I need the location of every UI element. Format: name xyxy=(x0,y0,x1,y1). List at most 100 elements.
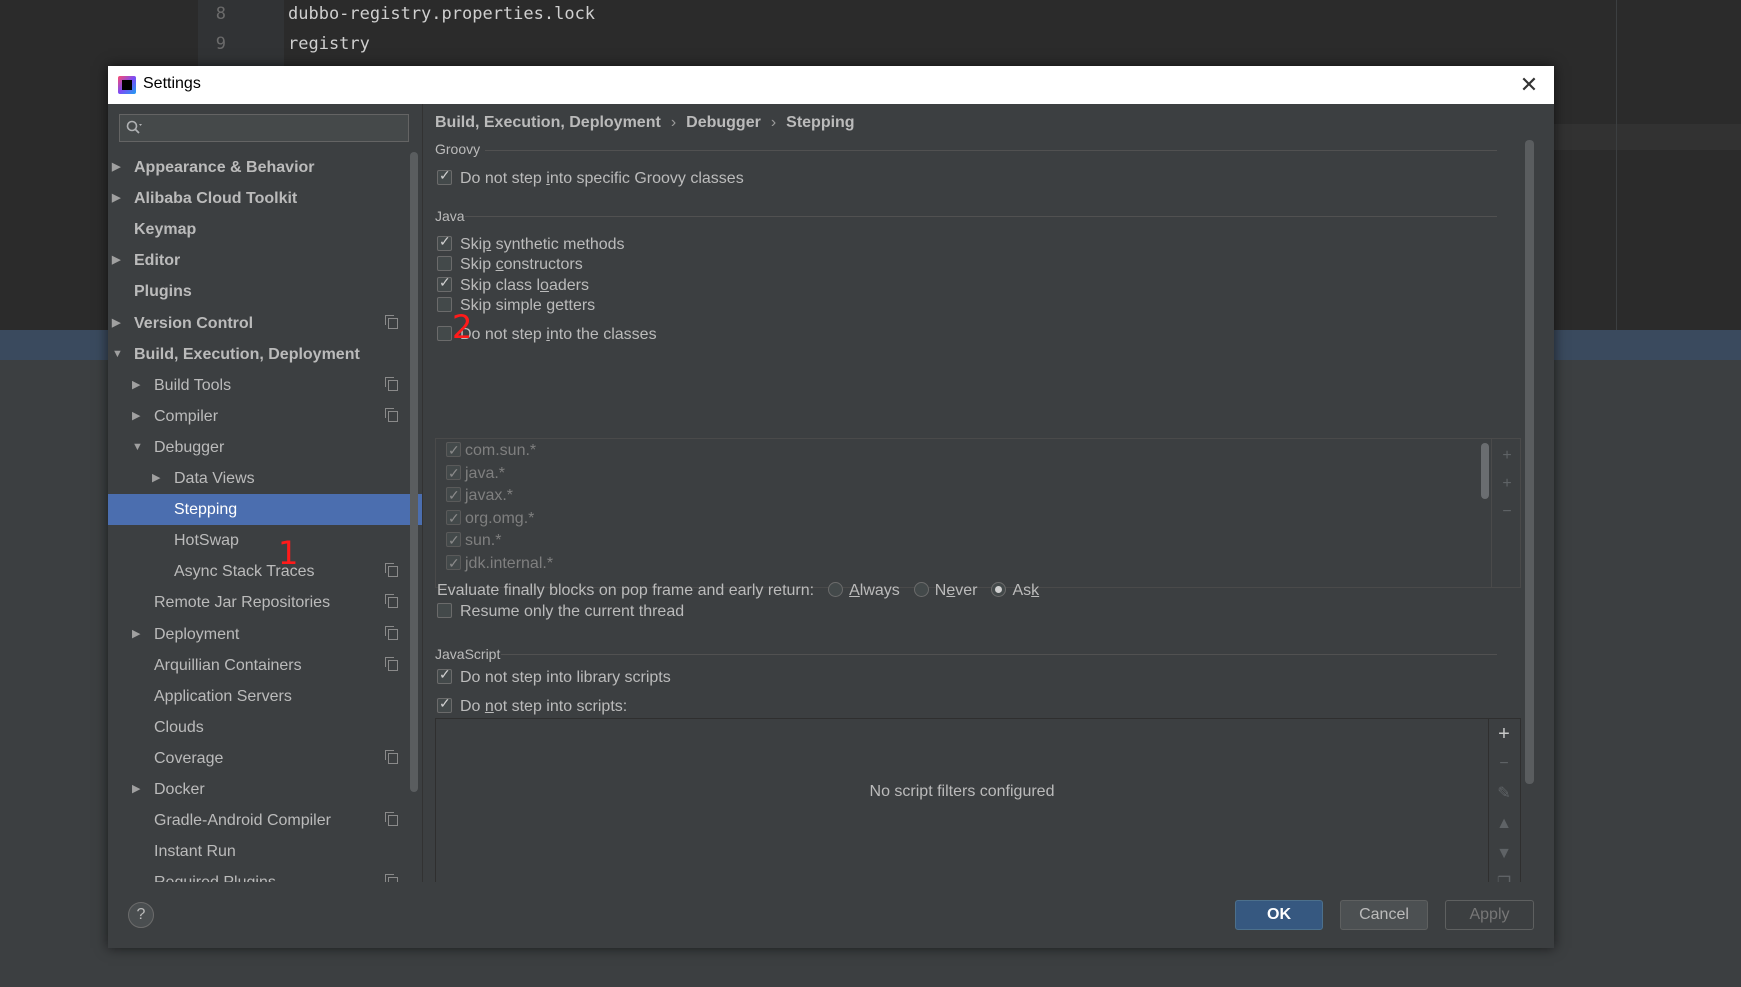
class-filter-item[interactable]: java.* xyxy=(446,462,505,485)
chevron-right-icon[interactable]: ▶ xyxy=(132,370,140,401)
sidebar-item[interactable]: Clouds xyxy=(108,712,422,743)
class-list-scrollbar[interactable] xyxy=(1481,443,1489,499)
evaluate-finally-label: Evaluate finally blocks on pop frame and… xyxy=(437,582,815,599)
sidebar-item[interactable]: Required Plugins xyxy=(108,867,422,882)
editor-line-text: dubbo-registry.properties.lock xyxy=(288,4,596,24)
sidebar-item[interactable]: Keymap xyxy=(108,214,422,245)
sidebar-item[interactable]: ▶ Compiler xyxy=(108,401,422,432)
sidebar-item[interactable]: Async Stack Traces xyxy=(108,556,422,587)
remove-icon[interactable]: − xyxy=(1498,503,1516,521)
settings-search-input[interactable] xyxy=(119,114,409,142)
sidebar-item[interactable]: ▶ Data Views xyxy=(108,463,422,494)
chevron-right-icon[interactable]: ▶ xyxy=(112,245,120,276)
chevron-right-icon[interactable]: ▶ xyxy=(152,463,160,494)
class-filter-item[interactable]: org.omg.* xyxy=(446,507,534,530)
edit-icon[interactable]: ✎ xyxy=(1495,785,1513,803)
add-class-icon[interactable]: + xyxy=(1498,447,1516,465)
sidebar-item[interactable]: HotSwap xyxy=(108,525,422,556)
checkbox-box[interactable] xyxy=(437,297,452,312)
chevron-down-icon[interactable]: ▼ xyxy=(132,432,143,463)
checkbox-box[interactable] xyxy=(437,666,452,684)
sidebar-item[interactable]: Arquillian Containers xyxy=(108,650,422,681)
java-option-checkbox[interactable]: Skip constructors xyxy=(437,256,583,276)
java-option-checkbox[interactable]: Skip synthetic methods xyxy=(437,233,625,256)
chevron-right-icon[interactable]: ▶ xyxy=(112,308,120,339)
sidebar-scrollbar[interactable] xyxy=(410,152,418,792)
sidebar-item[interactable]: Application Servers xyxy=(108,681,422,712)
copy-icon[interactable]: ❐ xyxy=(1495,875,1513,882)
sidebar-item-label: Build, Execution, Deployment xyxy=(134,345,360,363)
sidebar-item[interactable]: ▼ Debugger xyxy=(108,432,422,463)
checkbox-box[interactable] xyxy=(446,462,461,484)
checkbox-box[interactable] xyxy=(437,167,452,185)
checkbox-box[interactable] xyxy=(446,484,461,506)
sidebar-item[interactable]: ▼ Build, Execution, Deployment xyxy=(108,339,422,370)
checkbox-box[interactable] xyxy=(446,507,461,529)
project-level-icon xyxy=(385,812,398,827)
apply-button[interactable]: Apply xyxy=(1445,900,1534,930)
sidebar-item[interactable]: ▶ Alibaba Cloud Toolkit xyxy=(108,183,422,214)
section-divider xyxy=(465,216,1497,217)
checkbox-box[interactable] xyxy=(437,603,452,618)
sidebar-item-label: Compiler xyxy=(154,407,219,425)
add-icon[interactable]: + xyxy=(1495,724,1513,744)
checkbox-box[interactable] xyxy=(437,326,452,341)
cancel-button[interactable]: Cancel xyxy=(1340,900,1428,930)
eval-radio-option[interactable]: Never xyxy=(900,582,977,599)
sidebar-item-label: Arquillian Containers xyxy=(154,656,302,674)
chevron-right-icon[interactable]: ▶ xyxy=(112,152,120,183)
remove-icon[interactable]: − xyxy=(1495,755,1513,773)
chevron-down-icon[interactable]: ▼ xyxy=(112,339,123,370)
chevron-right-icon[interactable]: ▶ xyxy=(132,401,140,432)
class-filter-toolbar: + + − xyxy=(1491,439,1522,587)
sidebar-item[interactable]: ▶ Version Control xyxy=(108,308,422,339)
class-filter-item[interactable]: javax.* xyxy=(446,484,513,507)
sidebar-item[interactable]: ▶ Build Tools xyxy=(108,370,422,401)
chevron-right-icon[interactable]: ▶ xyxy=(132,774,140,805)
section-title-javascript: JavaScript xyxy=(435,646,501,662)
chevron-right-icon[interactable]: ▶ xyxy=(132,619,140,650)
checkbox-box[interactable] xyxy=(446,529,461,551)
sidebar-item[interactable]: Remote Jar Repositories xyxy=(108,587,422,618)
eval-radio-option[interactable]: Always xyxy=(814,582,900,599)
sidebar-item[interactable]: Plugins xyxy=(108,276,422,307)
sidebar-item[interactable]: ▶ Editor xyxy=(108,245,422,276)
content-scrollbar[interactable] xyxy=(1525,140,1534,784)
java-option-checkbox[interactable]: Skip class loaders xyxy=(437,274,589,297)
checkbox-box[interactable] xyxy=(446,552,461,574)
skip-groovy-classes-checkbox[interactable]: Do not step into specific Groovy classes xyxy=(437,167,744,190)
sidebar-item[interactable]: Instant Run xyxy=(108,836,422,867)
checkbox-box[interactable] xyxy=(437,256,452,271)
sidebar-item[interactable]: Coverage xyxy=(108,743,422,774)
skip-scripts-checkbox[interactable]: Do not step into scripts: xyxy=(437,695,627,718)
move-up-icon[interactable]: ▲ xyxy=(1495,815,1513,833)
class-filter-item[interactable]: jdk.internal.* xyxy=(446,552,553,575)
class-filter-item[interactable]: com.sun.* xyxy=(446,439,536,462)
add-pattern-icon[interactable]: + xyxy=(1498,475,1516,493)
radio-button[interactable] xyxy=(913,582,929,597)
radio-button[interactable] xyxy=(828,582,844,597)
breadcrumb-separator: › xyxy=(770,114,777,131)
move-down-icon[interactable]: ▼ xyxy=(1495,845,1513,863)
sidebar-item-label: Plugins xyxy=(134,283,192,301)
sidebar-item[interactable]: Stepping xyxy=(108,494,422,526)
ok-button[interactable]: OK xyxy=(1235,900,1323,930)
sidebar-item[interactable]: ▶ Docker xyxy=(108,774,422,805)
checkbox-box[interactable] xyxy=(437,695,452,713)
checkbox-box[interactable] xyxy=(446,439,461,461)
sidebar-item-label: Keymap xyxy=(134,221,197,239)
sidebar-item[interactable]: Gradle-Android Compiler xyxy=(108,805,422,836)
help-button[interactable]: ? xyxy=(128,902,154,928)
sidebar-item[interactable]: ▶ Deployment xyxy=(108,619,422,650)
radio-button[interactable] xyxy=(991,582,1007,597)
eval-radio-option[interactable]: Ask xyxy=(977,582,1039,599)
checkbox-box[interactable] xyxy=(437,233,452,251)
resume-current-thread-checkbox[interactable]: Resume only the current thread xyxy=(437,603,684,623)
sidebar-item-label: Data Views xyxy=(174,470,255,487)
checkbox-box[interactable] xyxy=(437,274,452,292)
class-filter-item[interactable]: sun.* xyxy=(446,529,501,552)
sidebar-item[interactable]: ▶ Appearance & Behavior xyxy=(108,152,422,183)
chevron-right-icon[interactable]: ▶ xyxy=(112,183,120,214)
close-button[interactable]: ✕ xyxy=(1516,72,1542,98)
skip-library-scripts-checkbox[interactable]: Do not step into library scripts xyxy=(437,666,671,689)
